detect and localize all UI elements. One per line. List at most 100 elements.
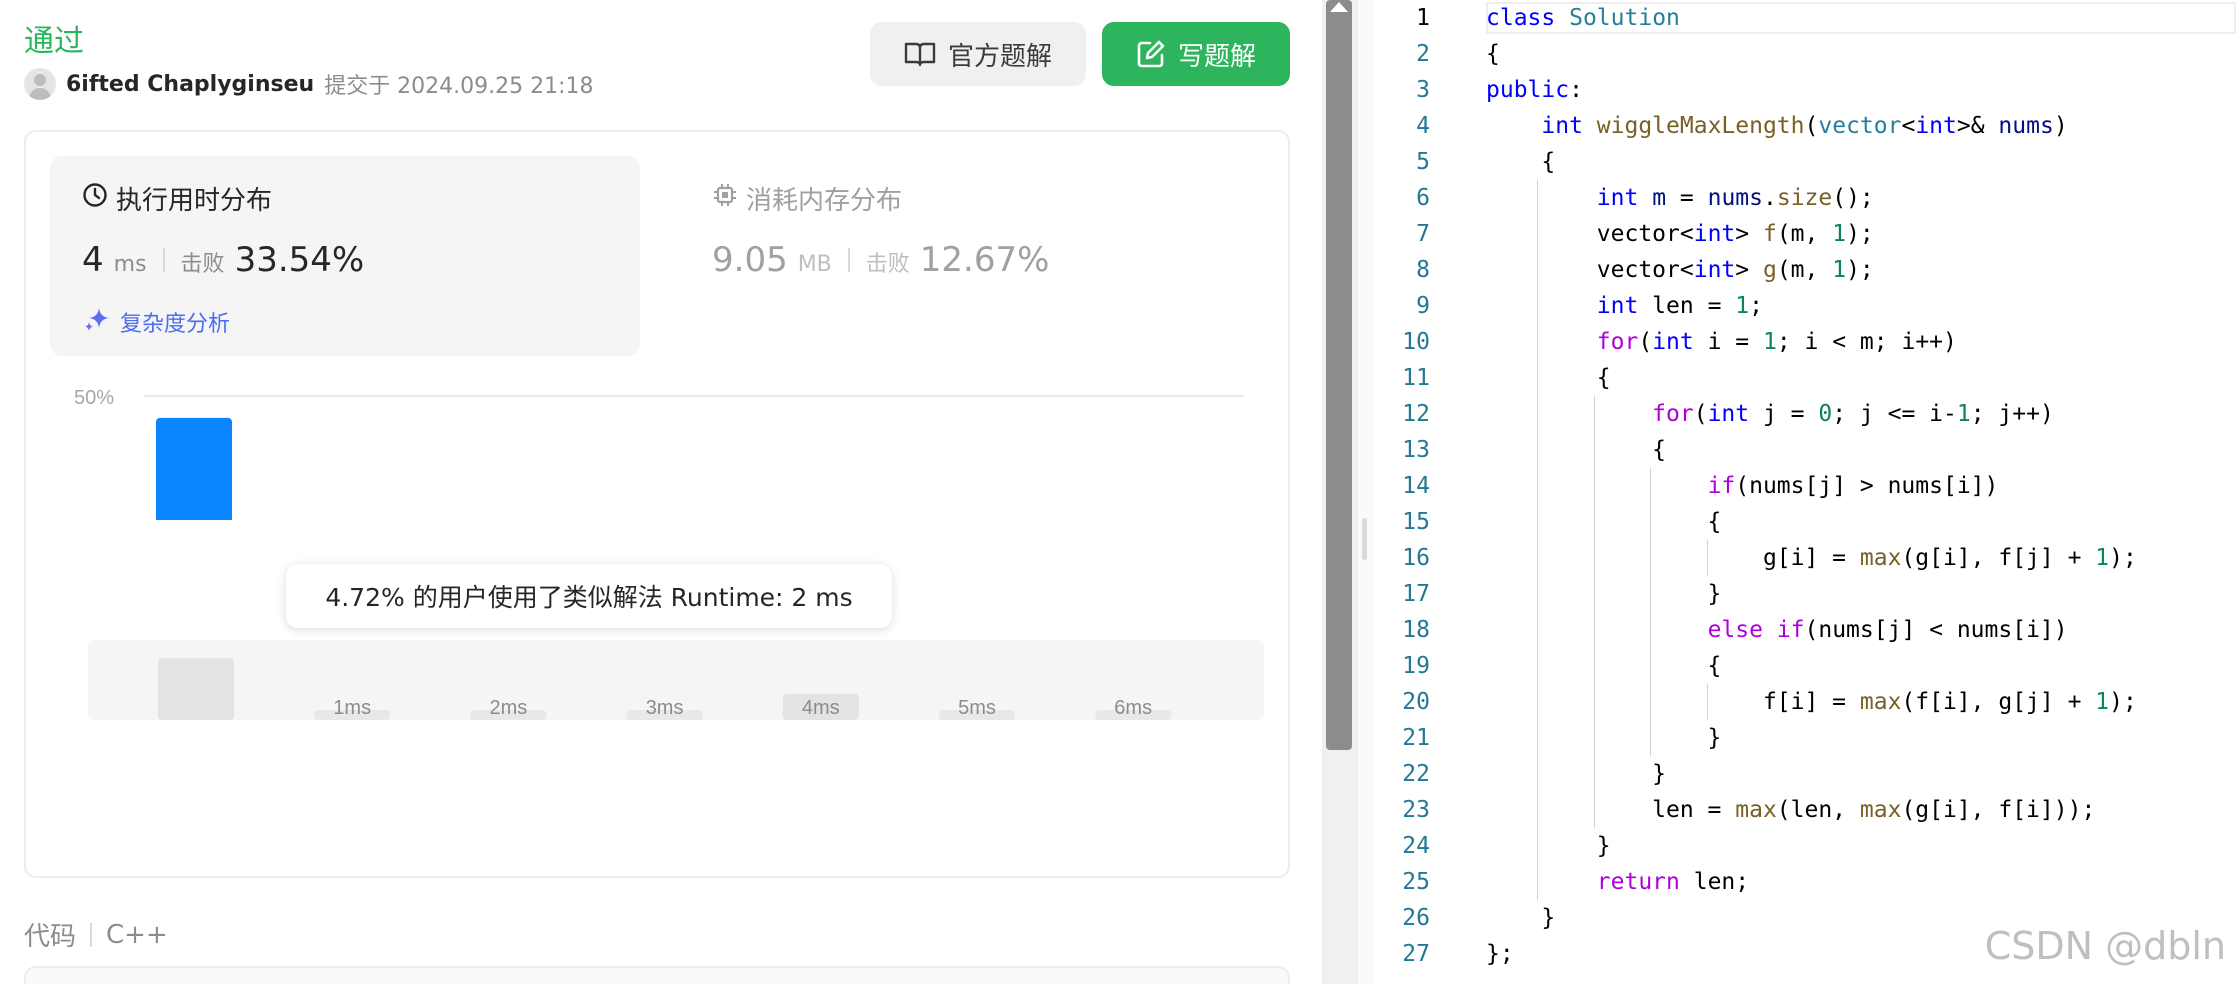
line-number: 3 [1416, 77, 1430, 103]
code-token: ); [2109, 689, 2137, 715]
code-line[interactable]: 19 { [1374, 648, 2236, 684]
code-token: if [1707, 473, 1736, 499]
code-editor[interactable]: 1 class Solution 2{3 public: 4 int wiggleMax… [1374, 0, 2236, 984]
code-token: { [1486, 509, 1722, 535]
submit-time: 提交于 2024.09.25 21:18 [324, 74, 594, 99]
code-line[interactable]: 13 { [1374, 432, 2236, 468]
y-tick-label: 50% [74, 387, 114, 409]
code-text: } [1486, 725, 1722, 751]
code-token: int [1541, 113, 1583, 139]
code-text: int len = 1; [1486, 293, 1763, 319]
code-token: else [1707, 617, 1763, 643]
line-number: 27 [1402, 941, 1430, 967]
code-line[interactable]: 16 g[i] = max(g[i], f[j] + 1); [1374, 540, 2236, 576]
code-text: } [1486, 581, 1722, 607]
code-token: (m, [1776, 221, 1833, 247]
code-token: } [1486, 725, 1722, 751]
code-token: return [1596, 869, 1680, 895]
code-token: (nums[j] > nums[i]) [1735, 473, 1999, 499]
code-token: public [1486, 77, 1570, 103]
avatar[interactable] [24, 68, 56, 100]
range-label: 1ms [333, 697, 371, 719]
code-token: len; [1679, 869, 1750, 895]
code-line[interactable]: 8 vector<int> g(m, 1); [1374, 252, 2236, 288]
code-token: int [1707, 401, 1750, 427]
line-number: 14 [1402, 473, 1430, 499]
scroll-up-arrow-icon[interactable] [1330, 2, 1348, 12]
runtime-distribution-chart[interactable]: 50%25%0%1ms2ms3ms4ms5ms6ms [24, 240, 1290, 520]
code-text: int m = nums.size(); [1486, 185, 1874, 211]
code-token: nums [1998, 113, 2054, 139]
code-text: }; [1486, 941, 1514, 967]
code-line[interactable]: 21 } [1374, 720, 2236, 756]
code-text: vector<int> g(m, 1); [1486, 257, 1874, 283]
code-token: 1 [1832, 221, 1847, 247]
code-token: >& [1956, 113, 1999, 139]
code-text: { [1486, 509, 1722, 535]
code-line[interactable]: 12 for(int j = 0; j <= i-1; j++) [1374, 396, 2236, 432]
line-number: 15 [1402, 509, 1430, 535]
code-line[interactable]: 10 for(int i = 1; i < m; i++) [1374, 324, 2236, 360]
line-number: 23 [1402, 797, 1430, 823]
chart-bar[interactable] [156, 417, 232, 520]
code-line[interactable]: 11 { [1374, 360, 2236, 396]
username[interactable]: 6ifted Chaplyginseu [66, 72, 314, 97]
code-token: ; [1749, 293, 1763, 319]
scrollbar-thumb[interactable] [1326, 0, 1352, 750]
code-text: vector<int> f(m, 1); [1486, 221, 1874, 247]
code-line[interactable]: 20 f[i] = max(f[i], g[j] + 1); [1374, 684, 2236, 720]
code-line[interactable]: 7 vector<int> f(m, 1); [1374, 216, 2236, 252]
code-token: int [1693, 221, 1736, 247]
official-solution-button[interactable]: 官方题解 [870, 22, 1086, 86]
range-bar[interactable] [158, 658, 234, 720]
code-token: int [1693, 257, 1736, 283]
resize-handle[interactable] [1362, 518, 1367, 560]
code-line[interactable]: 25 return len; [1374, 864, 2236, 900]
code-token: for [1596, 329, 1639, 355]
code-line[interactable]: 1 class Solution [1374, 0, 2236, 36]
code-token: vector< [1596, 221, 1694, 247]
code-token: 1 [1735, 293, 1750, 319]
code-token: max [1859, 689, 1902, 715]
code-line[interactable]: 24 } [1374, 828, 2236, 864]
line-number: 13 [1402, 437, 1430, 463]
line-number: 19 [1402, 653, 1430, 679]
code-line[interactable]: 3 public: [1374, 72, 2236, 108]
code-line[interactable]: 15 { [1374, 504, 2236, 540]
code-line[interactable]: 5 { [1374, 144, 2236, 180]
code-token: int [1596, 185, 1639, 211]
code-line[interactable]: 18 else if(nums[j] < nums[i]) [1374, 612, 2236, 648]
code-line[interactable]: 22 } [1374, 756, 2236, 792]
runtime-range-selector[interactable]: 1ms 2ms 3ms 4ms 5ms 6ms [88, 640, 1264, 720]
code-line[interactable]: 2{ [1374, 36, 2236, 72]
code-line[interactable]: 6 int m = nums.size(); [1374, 180, 2236, 216]
code-token: g [1762, 257, 1777, 283]
submission-panel: 通过 6ifted Chaplyginseu 提交于 2024.09.25 21… [0, 0, 1322, 984]
code-text: { [1486, 437, 1666, 463]
write-solution-button[interactable]: 写题解 [1102, 22, 1290, 86]
code-line[interactable]: 14 if(nums[j] > nums[i]) [1374, 468, 2236, 504]
submission-info: 6ifted Chaplyginseu 提交于 2024.09.25 21:18 [24, 68, 594, 100]
code-token: ; j++) [1970, 401, 2054, 427]
code-line[interactable]: 9 int len = 1; [1374, 288, 2236, 324]
code-line[interactable]: 4 int wiggleMaxLength(vector<int>& nums) [1374, 108, 2236, 144]
code-line[interactable]: 23 len = max(len, max(g[i], f[i])); [1374, 792, 2236, 828]
line-number: 24 [1402, 833, 1430, 859]
code-token: Solution [1569, 5, 1680, 31]
code-token: ); [2109, 545, 2137, 571]
line-number: 21 [1402, 725, 1430, 751]
edit-icon [1136, 39, 1166, 69]
code-token: = [1666, 185, 1708, 211]
code-token: (g[i], f[i])); [1901, 797, 2096, 823]
code-token: size [1776, 185, 1833, 211]
memory-title: 消耗内存分布 [746, 186, 903, 216]
code-token: for [1652, 401, 1694, 427]
code-line[interactable]: 17 } [1374, 576, 2236, 612]
code-token: (len, [1776, 797, 1860, 823]
code-token: 1 [2095, 545, 2110, 571]
